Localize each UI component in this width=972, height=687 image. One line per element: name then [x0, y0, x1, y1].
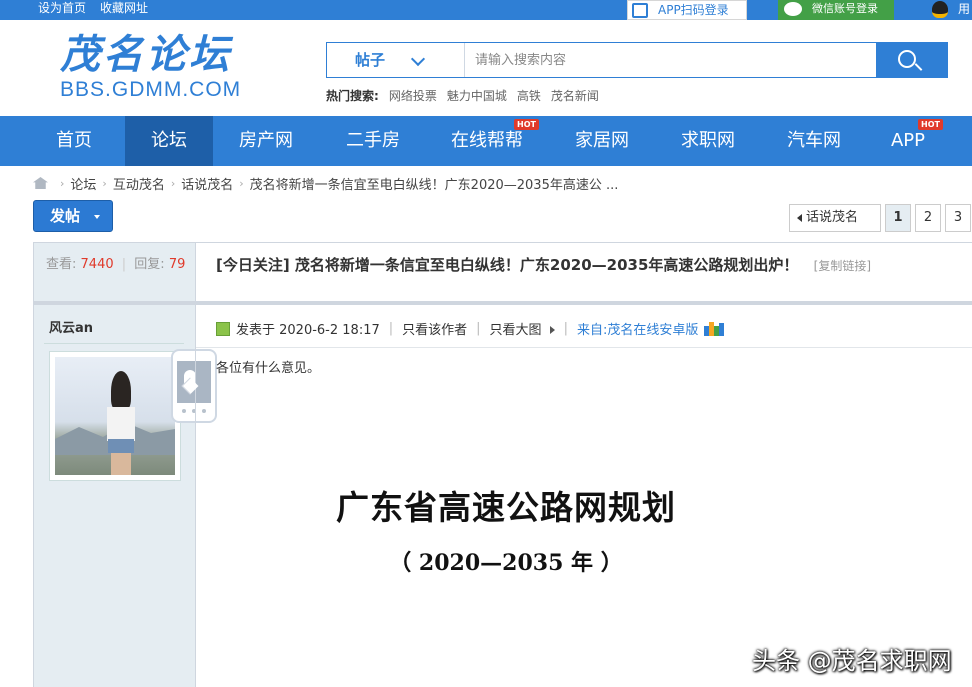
hot-badge: HOT	[918, 119, 943, 130]
author-name[interactable]: 风云an	[49, 317, 93, 336]
logo-en: BBS.GDMM.COM	[60, 78, 242, 101]
nav-item-cars[interactable]: 汽车网	[772, 116, 856, 166]
post-body: 各位有什么意见。	[216, 361, 321, 376]
attached-image-subtitle: （ 2020—2035 年 ）	[389, 550, 623, 576]
site-logo[interactable]: 茂名论坛 BBS.GDMM.COM	[60, 33, 260, 105]
breadcrumb-item[interactable]: 话说茂名	[181, 174, 233, 193]
hot-search: 热门搜索: 网络投票 魅力中国城 高铁 茂名新闻	[326, 87, 599, 104]
search-icon	[898, 50, 916, 68]
thread-stats: 查看: 7440 | 回复: 79	[34, 243, 195, 301]
chevron-down-icon	[410, 51, 426, 67]
app-scan-login-button[interactable]: APP扫码登录	[627, 0, 747, 20]
nav-item-home-decor[interactable]: 家居网	[560, 116, 644, 166]
copy-link-button[interactable]: [复制链接]	[814, 259, 871, 273]
page-number[interactable]: 2	[915, 204, 941, 232]
hot-term[interactable]: 高铁	[517, 87, 541, 104]
search-type-label: 帖子	[355, 51, 386, 69]
thread-title: [今日关注] 茂名将新增一条信宜至电白纵线！广东2020—2035年高速公路规划…	[216, 256, 799, 274]
top-bar: 设为首页 收藏网址 APP扫码登录 微信账号登录 用	[0, 0, 972, 20]
back-arrow-icon	[797, 214, 802, 222]
wechat-icon	[784, 2, 802, 16]
home-icon[interactable]	[33, 177, 48, 189]
nav-item-secondhand-house[interactable]: 二手房	[330, 116, 416, 166]
watermark: 头条 @茂名求职网	[752, 647, 952, 675]
online-user-icon	[216, 321, 230, 336]
thread-title-row: [今日关注] 茂名将新增一条信宜至电白纵线！广东2020—2035年高速公路规划…	[195, 243, 972, 301]
qq-login-label: 用	[958, 2, 971, 16]
qq-login-button[interactable]: 用	[928, 0, 972, 20]
bookmark-link[interactable]: 收藏网址	[100, 0, 148, 20]
attached-image-title: 广东省高速公路网规划	[336, 488, 676, 527]
nav-item-app[interactable]: APP HOT	[876, 116, 943, 166]
thread-table: 查看: 7440 | 回复: 79 [今日关注] 茂名将新增一条信宜至电白纵线！…	[33, 242, 972, 687]
pagination: 话说茂名 1 2 3	[789, 204, 971, 232]
qr-scan-icon	[632, 3, 648, 18]
breadcrumb-item[interactable]: 论坛	[70, 174, 96, 193]
nav-item-online-help[interactable]: 在线帮帮 HOT	[440, 116, 539, 166]
hot-term[interactable]: 魅力中国城	[447, 87, 507, 104]
only-author-link[interactable]: 只看该作者	[402, 319, 467, 338]
page-number-current[interactable]: 1	[885, 204, 911, 232]
author-panel: 风云an	[34, 305, 217, 687]
post-meta: 发表于 2020-6-2 18:17 | 只看该作者 | 只看大图 | 来自:茂…	[216, 319, 726, 338]
post-source-link[interactable]: 来自:茂名在线安卓版	[577, 319, 698, 338]
wechat-login-button[interactable]: 微信账号登录	[778, 0, 894, 20]
nav-item-jobs[interactable]: 求职网	[666, 116, 750, 166]
logo-cn: 茂名论坛	[60, 32, 232, 78]
set-home-link[interactable]: 设为首页	[38, 0, 86, 20]
avatar-photo	[55, 357, 175, 475]
main-nav: 首页 论坛 房产网 二手房 在线帮帮 HOT 家居网 求职网 汽车网 APP H…	[0, 116, 972, 166]
big-images-link[interactable]: 只看大图	[490, 319, 555, 338]
back-to-board-button[interactable]: 话说茂名	[789, 204, 881, 232]
qq-penguin-icon	[932, 1, 948, 18]
search-type-select[interactable]: 帖子	[327, 43, 465, 77]
view-count: 7440	[80, 257, 114, 272]
breadcrumb-item[interactable]: 互动茂名	[113, 174, 165, 193]
breadcrumb-current[interactable]: 茂名将新增一条信宜至电白纵线！广东2020—2035年高速公 ...	[250, 174, 619, 193]
search-input[interactable]	[467, 43, 875, 77]
hot-search-label: 热门搜索:	[326, 89, 379, 103]
avatar[interactable]	[49, 351, 181, 481]
new-post-label: 发帖	[50, 207, 81, 225]
new-post-button[interactable]: 发帖	[33, 200, 113, 232]
page-number[interactable]: 3	[945, 204, 971, 232]
post-time: 发表于 2020-6-2 18:17	[236, 323, 380, 338]
search-button[interactable]	[876, 42, 948, 78]
nav-item-house[interactable]: 房产网	[223, 116, 309, 166]
caret-down-icon	[94, 215, 100, 219]
app-login-label: APP扫码登录	[658, 3, 729, 17]
triangle-right-icon	[549, 326, 555, 334]
hot-term[interactable]: 网络投票	[389, 87, 437, 104]
wechat-login-label: 微信账号登录	[812, 2, 878, 15]
reply-count: 79	[168, 257, 186, 272]
post-content: 发表于 2020-6-2 18:17 | 只看该作者 | 只看大图 | 来自:茂…	[195, 305, 972, 687]
mobile-app-logo-icon	[704, 321, 726, 336]
nav-item-forum[interactable]: 论坛	[125, 116, 213, 166]
breadcrumb: › 论坛 › 互动茂名 › 话说茂名 › 茂名将新增一条信宜至电白纵线！广东20…	[33, 173, 618, 193]
search-bar: 帖子	[326, 42, 948, 78]
hot-term[interactable]: 茂名新闻	[551, 87, 599, 104]
hot-badge: HOT	[514, 119, 539, 130]
nav-item-home[interactable]: 首页	[38, 116, 139, 166]
